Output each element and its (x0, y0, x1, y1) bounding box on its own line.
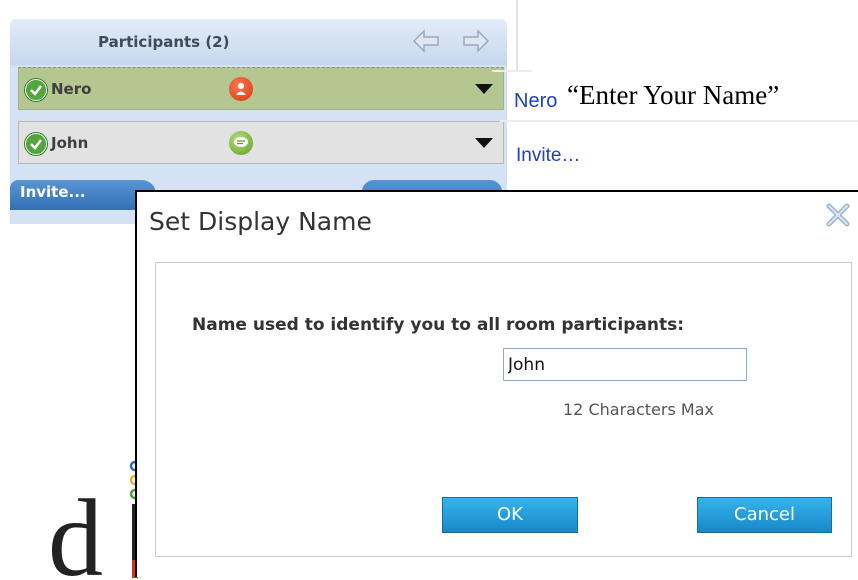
check-icon (25, 133, 47, 155)
participants-header: Participants (2) (10, 19, 507, 65)
svg-text:d: d (48, 477, 103, 580)
chat-bubble-icon[interactable] (229, 131, 253, 155)
ok-button[interactable]: OK (442, 497, 578, 533)
participant-name: John (51, 134, 89, 152)
close-x-icon[interactable] (825, 202, 851, 228)
arrow-left-icon[interactable] (410, 25, 442, 57)
enter-name-annotation: “Enter Your Name” (567, 80, 780, 110)
arrow-right-icon[interactable] (460, 25, 492, 57)
cancel-button[interactable]: Cancel (697, 497, 832, 533)
char-limit-note: 12 Characters Max (563, 400, 714, 419)
invite-link[interactable]: Invite… (516, 145, 580, 167)
logo: d (48, 460, 138, 580)
check-icon (25, 79, 47, 101)
display-name-input[interactable] (503, 348, 747, 381)
participant-name: Nero (51, 80, 92, 98)
nero-link[interactable]: Nero (514, 90, 557, 113)
row-dropdown-icon[interactable] (475, 138, 493, 148)
participants-title: Participants (2) (98, 33, 230, 51)
invite-button-label: Invite... (20, 183, 86, 201)
row-dropdown-icon[interactable] (475, 84, 493, 94)
participant-row-john[interactable]: John (18, 121, 504, 164)
divider (500, 120, 858, 122)
set-display-name-dialog: Set Display Name Name used to identify y… (135, 190, 858, 577)
dialog-body: Name used to identify you to all room pa… (155, 262, 852, 557)
person-icon[interactable] (229, 77, 253, 101)
participant-row-nero[interactable]: Nero (18, 67, 504, 110)
divider (492, 70, 532, 72)
name-prompt: Name used to identify you to all room pa… (192, 315, 684, 335)
dialog-title: Set Display Name (149, 207, 372, 236)
top-cell (516, 0, 858, 72)
